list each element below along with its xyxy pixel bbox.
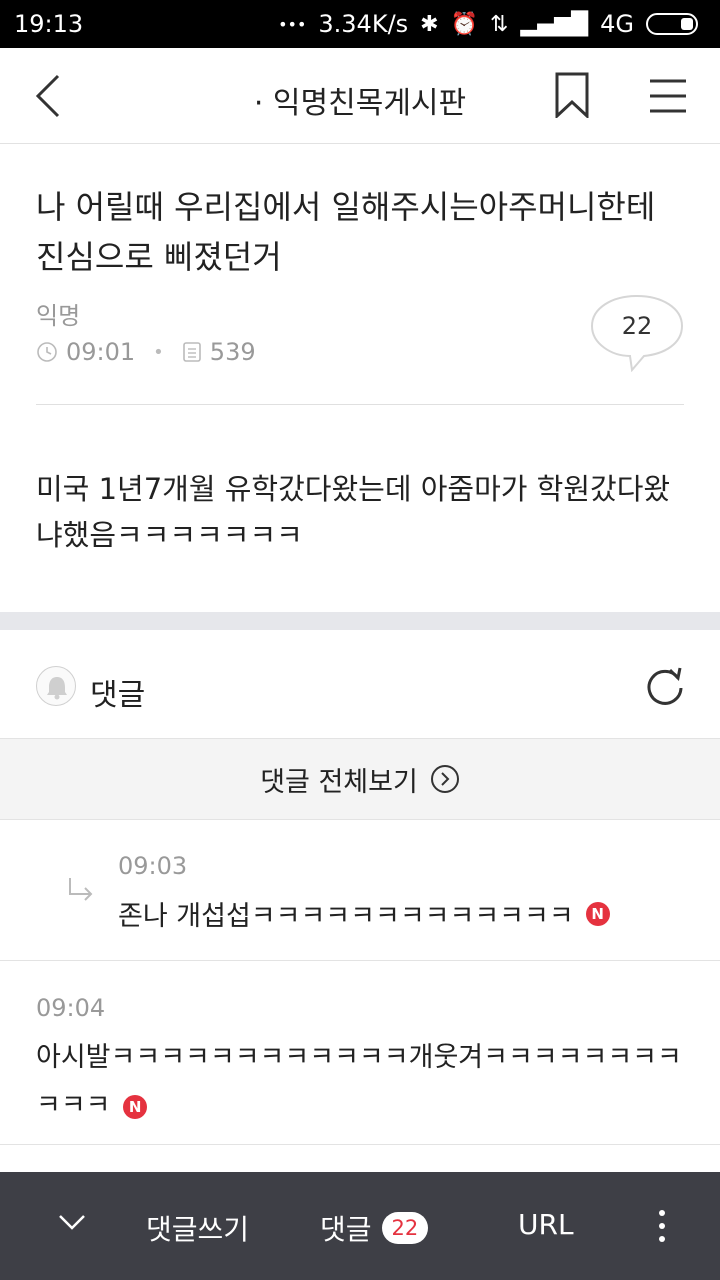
divider (0, 1144, 720, 1145)
board-title: · 익명친목게시판 (253, 86, 467, 121)
refresh-icon[interactable] (644, 664, 686, 706)
comments-count-badge: 22 (381, 1212, 429, 1244)
post-author: 익명 (36, 302, 81, 330)
views-icon (182, 342, 201, 362)
new-badge: N (585, 901, 610, 926)
network-speed: 3.34K/s (318, 10, 409, 38)
status-time: 19:13 (14, 10, 84, 38)
app-header: · 익명친목게시판 (0, 48, 720, 144)
bell-icon[interactable] (36, 666, 76, 706)
view-all-comments-button[interactable]: 댓글 전체보기 (0, 738, 720, 820)
status-dots: ••• (278, 14, 307, 34)
view-all-label: 댓글 전체보기 (260, 766, 418, 798)
comment-time: 09:04 (36, 994, 106, 1022)
bookmark-icon[interactable] (552, 72, 592, 118)
clock-icon (37, 342, 57, 362)
bottom-toolbar: 댓글쓰기 댓글 22 URL (0, 1172, 720, 1280)
more-options-icon[interactable] (650, 1208, 674, 1244)
section-divider (0, 612, 720, 630)
comment-text: 존나 개섭섭ㅋㅋㅋㅋㅋㅋㅋㅋㅋㅋㅋㅋㅋ N (118, 894, 610, 933)
url-button[interactable]: URL (518, 1208, 574, 1241)
meta-separator: • (153, 341, 164, 363)
comment-time: 09:03 (118, 852, 188, 880)
bluetooth-icon: ✱ (420, 11, 439, 37)
reply-arrow-icon (69, 878, 93, 901)
alarm-icon: ⏰ (450, 11, 478, 37)
post-views: 539 (209, 338, 256, 366)
network-type: 4G (600, 10, 634, 38)
chevron-down-icon[interactable] (58, 1212, 86, 1232)
comment-count[interactable]: 22 (590, 312, 684, 340)
write-comment-button[interactable]: 댓글쓰기 (146, 1208, 249, 1248)
divider (36, 404, 684, 405)
new-badge: N (123, 1094, 148, 1119)
post-title: 나 어릴때 우리집에서 일해주시는아주머니한테 진심으로 삐졌던거 (36, 188, 656, 276)
hamburger-menu-icon[interactable] (648, 78, 688, 114)
battery-icon (646, 13, 698, 35)
post-time: 09:01 (66, 338, 136, 366)
chevron-right-circle-icon (430, 765, 459, 793)
comments-button-label: 댓글 (320, 1213, 372, 1246)
post-meta: 09:01 • 539 (36, 338, 256, 366)
comments-button[interactable]: 댓글 22 (320, 1208, 429, 1248)
data-transfer-icon: ⇅ (490, 11, 509, 37)
comment-text: 아시발ㅋㅋㅋㅋㅋㅋㅋㅋㅋㅋㅋㅋ개웃겨ㅋㅋㅋㅋㅋㅋㅋㅋㅋㅋㅋ N (36, 1034, 686, 1130)
divider (0, 960, 720, 961)
status-right: ••• 3.34K/s ✱ ⏰ ⇅ ▂▄▆█ 4G (278, 10, 698, 38)
signal-icon: ▂▄▆█ (520, 11, 589, 37)
comment-body: 존나 개섭섭ㅋㅋㅋㅋㅋㅋㅋㅋㅋㅋㅋㅋㅋ (118, 901, 574, 932)
status-bar: 19:13 ••• 3.34K/s ✱ ⏰ ⇅ ▂▄▆█ 4G (0, 0, 720, 48)
comments-label: 댓글 (90, 678, 146, 713)
post-body: 미국 1년7개월 유학갔다왔는데 아줌마가 학원갔다왔냐했음ㅋㅋㅋㅋㅋㅋㅋ (36, 472, 671, 552)
